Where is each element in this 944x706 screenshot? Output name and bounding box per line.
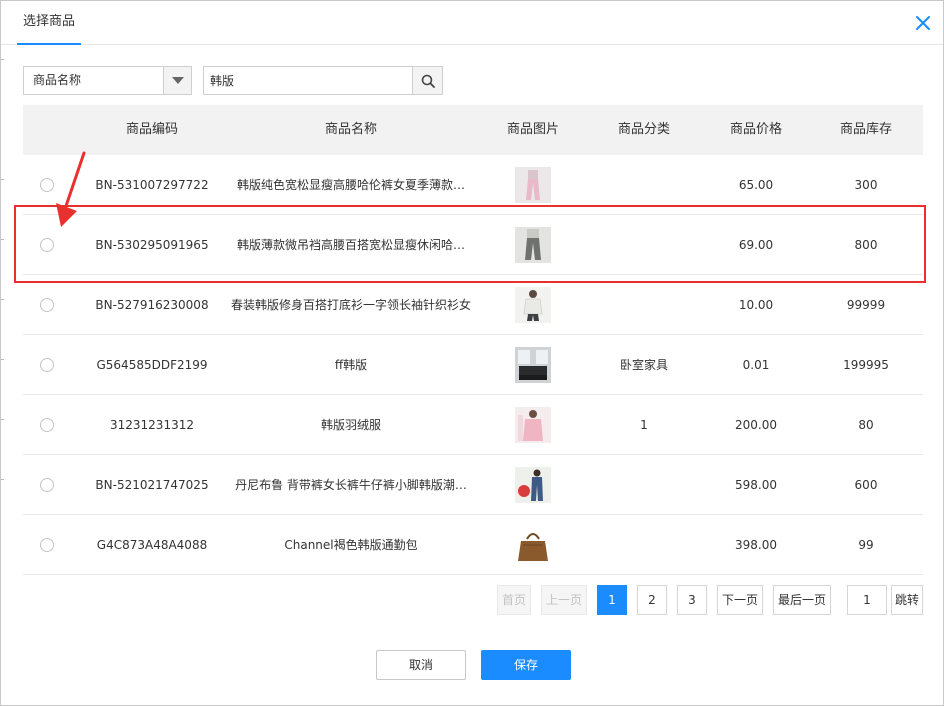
product-price: 65.00	[738, 178, 774, 192]
edge-mark	[1, 359, 4, 360]
save-button[interactable]: 保存	[481, 650, 571, 680]
product-stock: 800	[854, 238, 878, 252]
filter-field-value: 商品名称	[33, 73, 82, 87]
table-row[interactable]: BN-521021747025 丹尼布鲁 背带裤女长裤牛仔裤小脚韩版潮… 598…	[23, 455, 923, 515]
row-radio[interactable]	[40, 238, 54, 252]
col-header-image: 商品图片	[506, 122, 559, 137]
product-thumbnail	[515, 167, 551, 203]
product-category	[585, 275, 703, 335]
product-stock: 99	[858, 538, 874, 552]
row-radio[interactable]	[40, 478, 54, 492]
product-thumbnail	[515, 347, 551, 383]
cancel-button[interactable]: 取消	[376, 650, 466, 680]
filter-field-select[interactable]: 商品名称	[23, 66, 192, 95]
product-category: 卧室家具	[619, 358, 668, 372]
row-radio[interactable]	[40, 358, 54, 372]
row-radio[interactable]	[40, 298, 54, 312]
product-thumbnail	[515, 527, 551, 563]
edge-mark	[1, 299, 4, 300]
search-input[interactable]	[204, 67, 412, 94]
product-name: 春装韩版修身百搭打底衫一字领长袖针织衫女	[230, 298, 471, 312]
product-category	[585, 155, 703, 215]
page-jump-input[interactable]	[847, 585, 887, 615]
select-product-dialog: 选择商品 商品名称 商品编码 商品名称 商品图片 商品分类	[0, 0, 944, 706]
row-radio[interactable]	[40, 178, 54, 192]
row-radio[interactable]	[40, 418, 54, 432]
product-thumbnail	[515, 407, 551, 443]
close-icon	[916, 16, 930, 30]
edge-mark	[1, 179, 4, 180]
col-header-price: 商品价格	[729, 122, 782, 137]
product-stock: 199995	[843, 358, 889, 372]
pager-page-3[interactable]: 3	[677, 585, 707, 615]
edge-mark	[1, 479, 4, 480]
product-thumbnail	[515, 467, 551, 503]
col-header-category: 商品分类	[617, 122, 670, 137]
product-name: 韩版薄款微吊裆高腰百搭宽松显瘦休闲哈…	[236, 238, 465, 252]
product-price: 69.00	[738, 238, 774, 252]
product-thumbnail	[515, 287, 551, 323]
product-stock: 80	[858, 418, 874, 432]
col-header-name: 商品名称	[324, 122, 377, 137]
product-price: 200.00	[735, 418, 777, 432]
edge-mark	[1, 239, 4, 240]
product-stock: 600	[854, 478, 878, 492]
product-name: 韩版纯色宽松显瘦高腰哈伦裤女夏季薄款…	[236, 178, 465, 192]
product-name: 丹尼布鲁 背带裤女长裤牛仔裤小脚韩版潮…	[235, 478, 467, 492]
product-category	[585, 455, 703, 515]
product-price: 598.00	[735, 478, 777, 492]
product-table: 商品编码 商品名称 商品图片 商品分类 商品价格 商品库存 BN-5310072…	[23, 105, 923, 575]
col-header-stock: 商品库存	[839, 122, 892, 137]
table-row[interactable]: 31231231312 韩版羽绒服 1 200.00 80	[23, 395, 923, 455]
product-category	[585, 515, 703, 575]
tab-select-product[interactable]: 选择商品	[17, 1, 82, 45]
pager-next[interactable]: 下一页	[717, 585, 763, 615]
product-name: ff韩版	[334, 358, 368, 372]
product-stock: 99999	[846, 298, 886, 312]
pager-jump-button[interactable]: 跳转	[891, 585, 923, 615]
edge-mark	[1, 419, 4, 420]
dropdown-toggle[interactable]	[163, 67, 191, 94]
edge-mark	[1, 59, 4, 60]
product-price: 398.00	[735, 538, 777, 552]
pager-first[interactable]: 首页	[497, 585, 531, 615]
product-category	[585, 215, 703, 275]
product-stock: 300	[854, 178, 878, 192]
product-code: G4C873A48A4088	[96, 538, 208, 552]
dialog-header: 选择商品	[1, 1, 943, 45]
caret-down-icon	[172, 77, 184, 84]
search-button[interactable]	[412, 67, 442, 94]
product-name: 韩版羽绒服	[320, 418, 381, 432]
product-price: 10.00	[738, 298, 774, 312]
pager-page-1[interactable]: 1	[597, 585, 627, 615]
product-code: BN-531007297722	[95, 178, 209, 192]
col-header-code: 商品编码	[125, 122, 178, 137]
product-code: G564585DDF2199	[96, 358, 208, 372]
product-code: BN-521021747025	[95, 478, 209, 492]
pager-prev[interactable]: 上一页	[541, 585, 587, 615]
table-row[interactable]: BN-527916230008 春装韩版修身百搭打底衫一字领长袖针织衫女 10.…	[23, 275, 923, 335]
product-name: Channel褐色韩版通勤包	[284, 538, 418, 552]
table-row[interactable]: BN-530295091965 韩版薄款微吊裆高腰百搭宽松显瘦休闲哈… 69.0…	[23, 215, 923, 275]
pager-page-2[interactable]: 2	[637, 585, 667, 615]
table-row[interactable]: BN-531007297722 韩版纯色宽松显瘦高腰哈伦裤女夏季薄款… 65.0…	[23, 155, 923, 215]
row-radio[interactable]	[40, 538, 54, 552]
product-thumbnail	[515, 227, 551, 263]
product-code: BN-530295091965	[95, 238, 209, 252]
table-row[interactable]: G564585DDF2199 ff韩版 卧室家具 0.01 199995	[23, 335, 923, 395]
product-category: 1	[640, 418, 648, 432]
product-code: 31231231312	[110, 418, 194, 432]
search-box	[203, 66, 443, 95]
pager-last[interactable]: 最后一页	[773, 585, 831, 615]
table-header: 商品编码 商品名称 商品图片 商品分类 商品价格 商品库存	[23, 105, 923, 155]
product-price: 0.01	[742, 358, 770, 372]
close-button[interactable]	[913, 13, 933, 33]
product-code: BN-527916230008	[95, 298, 209, 312]
table-row[interactable]: G4C873A48A4088 Channel褐色韩版通勤包 398.00 99	[23, 515, 923, 575]
search-icon	[421, 74, 435, 88]
